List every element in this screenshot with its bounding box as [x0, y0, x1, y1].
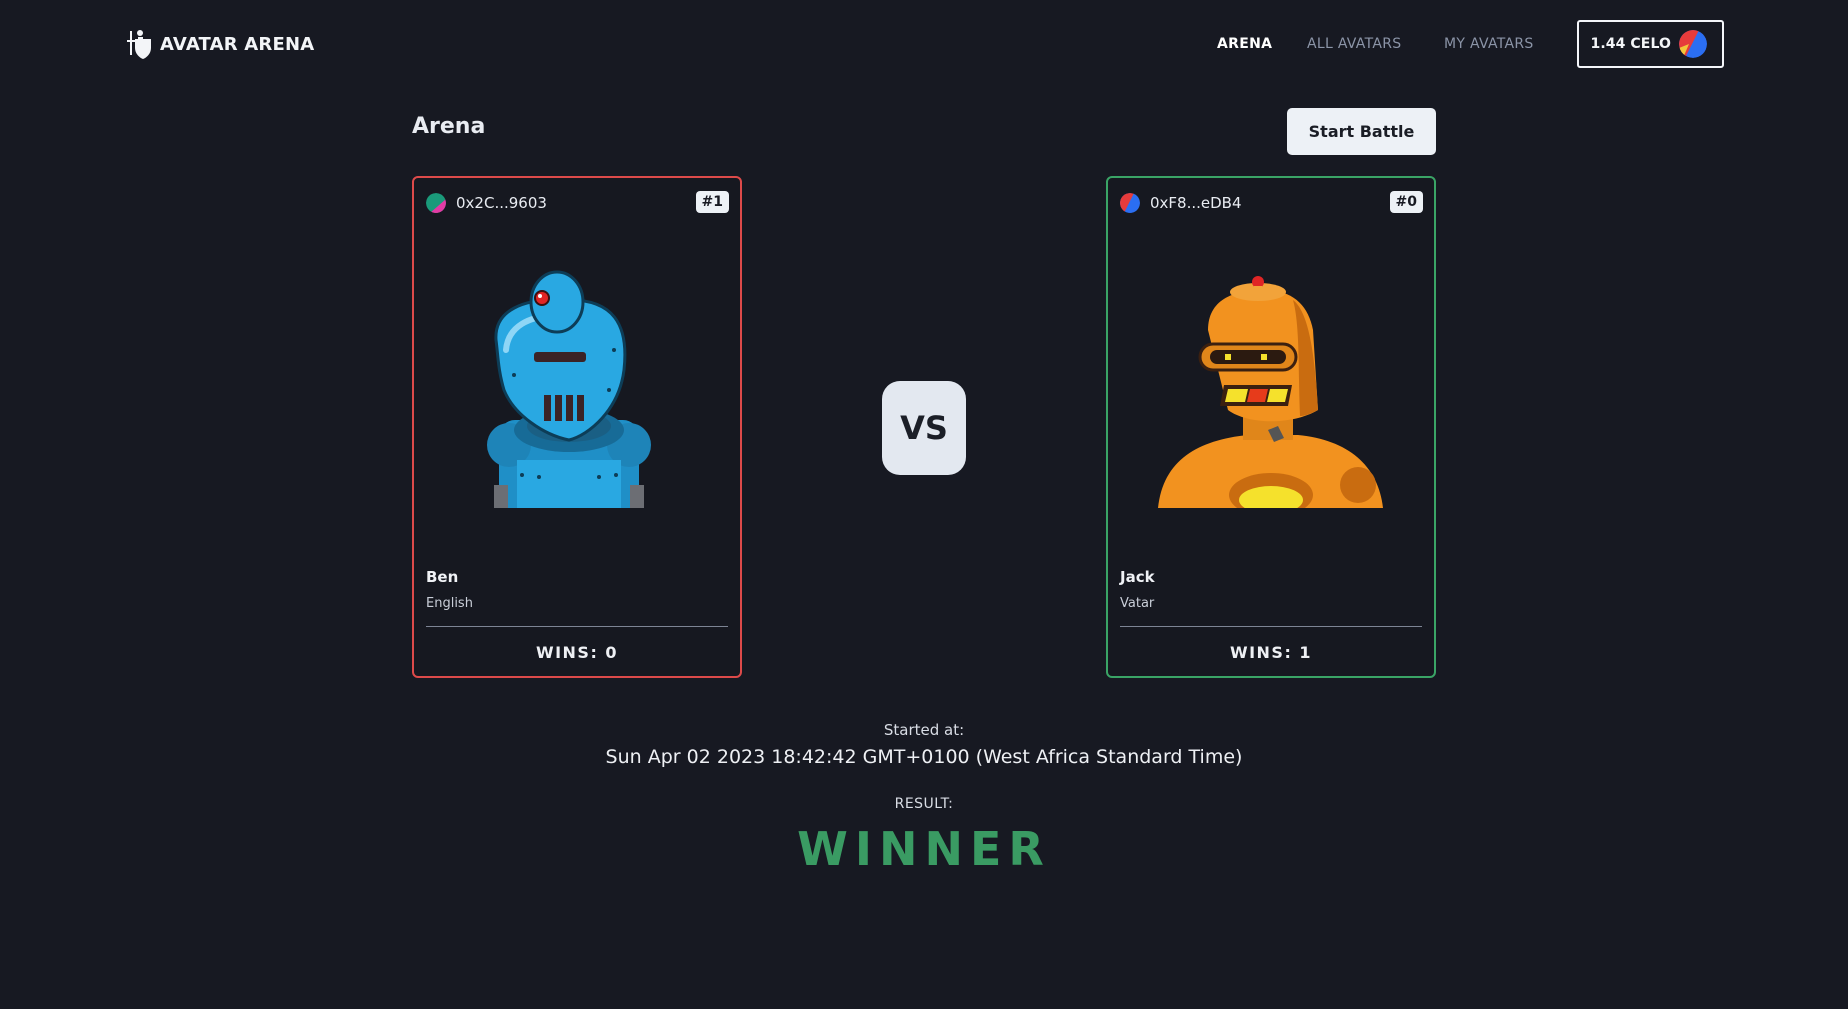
owner-info: 0xF8...eDB4 — [1120, 193, 1242, 213]
card-divider — [1120, 626, 1422, 627]
wallet-button[interactable]: 1.44 CELO — [1577, 20, 1724, 68]
start-battle-button[interactable]: Start Battle — [1287, 108, 1436, 155]
nav-arena[interactable]: ARENA — [1217, 36, 1272, 52]
owner-address: 0xF8...eDB4 — [1150, 194, 1242, 212]
owner-address: 0x2C...9603 — [456, 194, 547, 212]
started-at-label: Started at: — [883, 721, 965, 739]
owner-info: 0x2C...9603 — [426, 193, 547, 213]
result-label: RESULT: — [894, 796, 954, 812]
avatar-card-left: 0x2C...9603 #1 Ben English WINS: 0 — [412, 176, 742, 678]
nav-my-avatars[interactable]: MY AVATARS — [1444, 36, 1534, 52]
result-value: WINNER — [797, 822, 1051, 876]
avatar-language: English — [426, 596, 473, 611]
wins-count: WINS: 1 — [1229, 643, 1313, 662]
token-id-badge: #1 — [695, 191, 729, 213]
brand-logo-link[interactable]: AVATAR ARENA — [126, 28, 314, 60]
started-at-value: Sun Apr 02 2023 18:42:42 GMT+0100 (West … — [605, 746, 1243, 768]
page-title: Arena — [412, 114, 486, 139]
wallet-avatar-icon — [1679, 30, 1707, 58]
vs-badge: VS — [882, 381, 966, 475]
avatar-card-right: 0xF8...eDB4 #0 Jack Vatar WINS: 1 — [1106, 176, 1436, 678]
owner-avatar-icon — [426, 193, 446, 213]
top-navbar: AVATAR ARENA ARENA ALL AVATARS MY AVATAR… — [0, 0, 1848, 88]
owner-avatar-icon — [1120, 193, 1140, 213]
orange-robot-avatar-image — [1158, 276, 1383, 508]
brand-name: AVATAR ARENA — [160, 33, 315, 55]
card-divider — [426, 626, 728, 627]
avatar-name: Ben — [426, 568, 459, 586]
avatar-language: Vatar — [1120, 596, 1155, 611]
wallet-balance: 1.44 CELO — [1590, 36, 1671, 52]
nav-all-avatars[interactable]: ALL AVATARS — [1307, 36, 1401, 52]
blue-robot-avatar-image — [487, 270, 651, 508]
avatar-name: Jack — [1120, 568, 1155, 586]
wins-count: WINS: 0 — [535, 643, 619, 662]
token-id-badge: #0 — [1389, 191, 1423, 213]
knight-shield-icon — [127, 30, 151, 59]
